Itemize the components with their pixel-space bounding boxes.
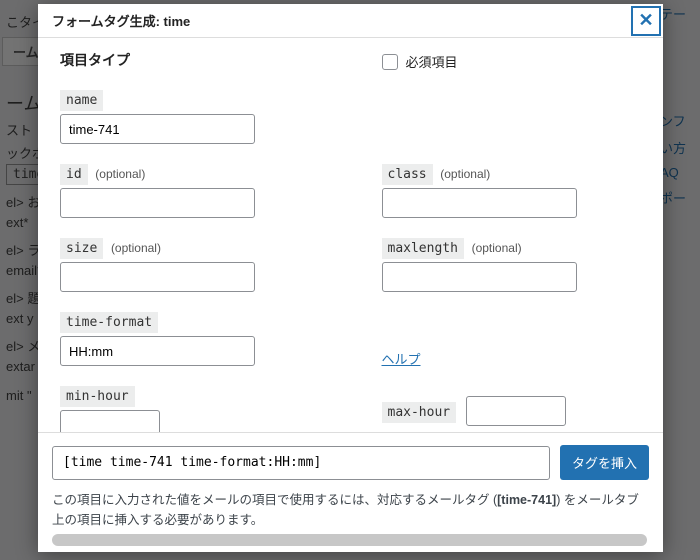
input-name[interactable] — [60, 114, 255, 144]
input-class[interactable] — [382, 188, 577, 218]
label-id: id — [60, 164, 88, 185]
required-checkbox-row[interactable]: 必須項目 — [382, 52, 644, 71]
required-label: 必須項目 — [406, 52, 458, 71]
field-maxlength: maxlength (optional) — [382, 238, 644, 292]
required-checkbox[interactable] — [382, 54, 398, 70]
section-title: 項目タイプ — [60, 50, 322, 70]
field-max-hour: max-hour — [382, 396, 644, 426]
input-time-format[interactable] — [60, 336, 255, 366]
horizontal-scrollbar[interactable] — [52, 534, 649, 546]
field-name: name — [60, 90, 322, 144]
label-min-hour: min-hour — [60, 386, 135, 407]
modal-header: フォームタグ生成: time ✕ — [38, 4, 663, 38]
input-max-hour[interactable] — [466, 396, 566, 426]
label-time-format: time-format — [60, 312, 158, 333]
insert-tag-button[interactable]: タグを挿入 — [560, 445, 649, 480]
help-link[interactable]: ヘルプ — [382, 349, 421, 368]
generated-tag-output[interactable] — [52, 446, 550, 480]
field-class: class (optional) — [382, 164, 644, 218]
label-size: size — [60, 238, 103, 259]
label-name: name — [60, 90, 103, 111]
field-min-hour: min-hour — [60, 386, 322, 432]
modal-title: フォームタグ生成: time — [52, 11, 190, 30]
field-size: size (optional) — [60, 238, 322, 292]
input-size[interactable] — [60, 262, 255, 292]
modal-footer: タグを挿入 この項目に入力された値をメールの項目で使用するには、対応するメールタ… — [38, 432, 663, 552]
field-id: id (optional) — [60, 164, 322, 218]
input-min-hour[interactable] — [60, 410, 160, 432]
input-id[interactable] — [60, 188, 255, 218]
form-tag-generator-modal: フォームタグ生成: time ✕ 項目タイプ 必須項目 name — [38, 4, 663, 552]
footer-note: この項目に入力された値をメールの項目で使用するには、対応するメールタグ ([ti… — [52, 490, 649, 530]
input-maxlength[interactable] — [382, 262, 577, 292]
field-time-format: time-format — [60, 312, 322, 366]
modal-body[interactable]: 項目タイプ 必須項目 name id (op — [38, 38, 663, 432]
label-maxlength: maxlength — [382, 238, 464, 259]
horizontal-scrollbar-thumb[interactable] — [52, 534, 647, 546]
close-icon: ✕ — [638, 10, 653, 31]
label-class: class — [382, 164, 433, 185]
close-button[interactable]: ✕ — [631, 6, 661, 36]
label-max-hour: max-hour — [382, 402, 457, 423]
